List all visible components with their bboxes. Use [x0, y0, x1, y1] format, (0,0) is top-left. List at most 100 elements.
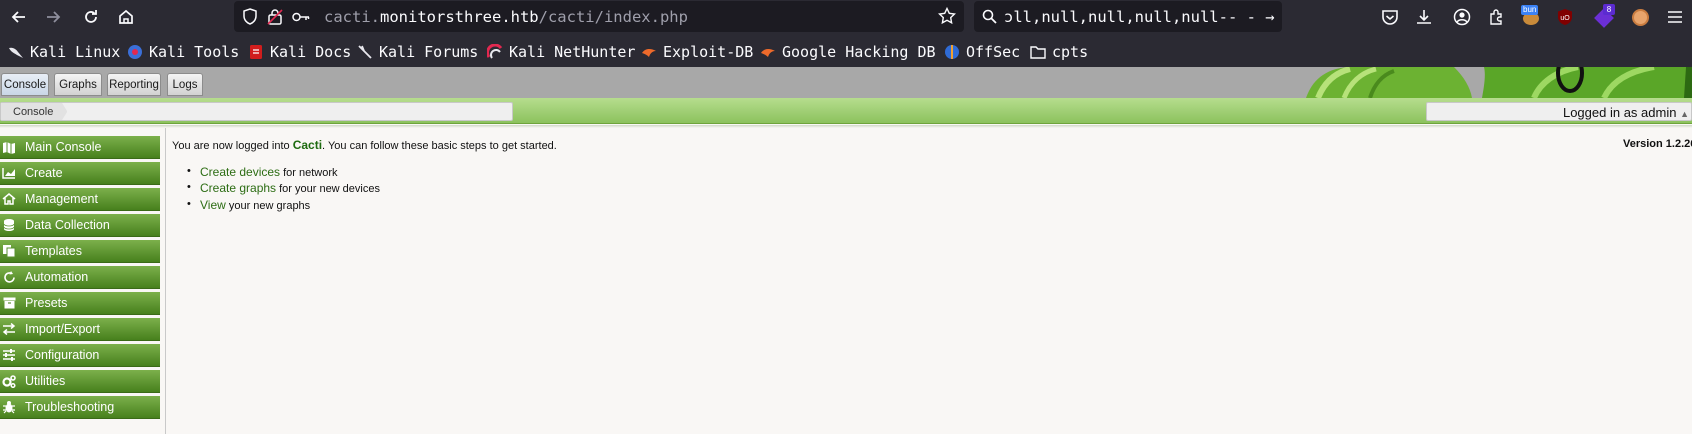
tab-console[interactable]: Console	[1, 73, 49, 96]
bookmark-kali-nethunter[interactable]: Kali NetHunter	[487, 42, 635, 62]
refresh-icon	[2, 270, 16, 284]
main-content: You are now logged into Cacti. You can f…	[172, 128, 1692, 434]
sidebar-item-label: Troubleshooting	[25, 400, 115, 414]
bullet: •	[187, 165, 191, 177]
tab-logs[interactable]: Logs	[167, 73, 203, 96]
tab-graphs[interactable]: Graphs	[54, 73, 102, 96]
shield-icon[interactable]	[242, 8, 258, 30]
sidebar-item-label: Main Console	[25, 140, 102, 154]
svg-text:uO: uO	[1560, 15, 1570, 22]
bookmark-offsec[interactable]: OffSec	[944, 42, 1020, 62]
home-icon	[2, 192, 16, 206]
bookmark-label: Kali Docs	[270, 43, 352, 61]
sidebar-item-create[interactable]: Create	[0, 162, 160, 185]
folder-icon	[1030, 44, 1046, 60]
map-icon	[2, 140, 16, 154]
caret-up-icon: ▲	[1680, 109, 1689, 119]
sidebar-item-label: Data Collection	[25, 218, 110, 232]
sidebar-item-data-collection[interactable]: Data Collection	[0, 214, 160, 237]
bookmark-star-icon[interactable]	[937, 6, 957, 30]
url-path: /cacti/index.php	[538, 8, 688, 26]
sliders-icon	[2, 348, 16, 362]
bookmark-label: OffSec	[966, 43, 1021, 61]
create-devices-link[interactable]: Create devices	[200, 165, 280, 179]
cogs-icon	[2, 374, 16, 388]
bookmark-kali-tools[interactable]: Kali Tools	[127, 42, 239, 62]
insecure-lock-icon[interactable]	[267, 8, 283, 30]
archive-icon	[2, 296, 16, 310]
sidebar-item-automation[interactable]: Automation	[0, 266, 160, 289]
bookmark-exploit-db[interactable]: Exploit-DB	[641, 42, 753, 62]
search-input[interactable]: ɔll,null,null,null,null-- - →	[1004, 8, 1275, 26]
offsec-icon	[944, 44, 960, 60]
bug-icon	[2, 400, 16, 414]
breadcrumb-bar: Console Logged in as admin ▲	[0, 98, 1692, 124]
sidebar-item-label: Utilities	[25, 374, 66, 388]
bun-extension-icon[interactable]: bun	[1520, 5, 1542, 28]
exchange-icon	[2, 322, 16, 336]
sidebar-item-label: Presets	[25, 296, 68, 310]
sidebar-item-troubleshooting[interactable]: Troubleshooting	[0, 396, 160, 419]
sidebar-item-label: Automation	[25, 270, 89, 284]
copy-icon	[2, 244, 16, 258]
reload-icon[interactable]	[78, 4, 104, 30]
kali-forums-icon	[357, 44, 373, 60]
tab-reporting[interactable]: Reporting	[107, 73, 161, 96]
bun-badge: bun	[1521, 5, 1539, 15]
welcome-message: You are now logged into Cacti. You can f…	[172, 138, 557, 152]
downloads-icon[interactable]	[1413, 6, 1435, 28]
kali-tools-icon	[127, 44, 143, 60]
bookmark-label: Kali Linux	[30, 43, 121, 61]
menu-hamburger-icon[interactable]	[1664, 6, 1686, 28]
sidebar-item-templates[interactable]: Templates	[0, 240, 160, 263]
sidebar-item-import-export[interactable]: Import/Export	[0, 318, 160, 341]
url-bar[interactable]: cacti.monitorsthree.htb/cacti/index.php	[234, 1, 964, 32]
version-label: Version 1.2.26	[1623, 138, 1692, 150]
exploit-db-icon	[641, 44, 657, 60]
cacti-header: Console Graphs Reporting Logs	[0, 67, 1692, 98]
sidebar-item-utilities[interactable]: Utilities	[0, 370, 160, 393]
bookmark-google-hacking-db[interactable]: Google Hacking DB	[760, 42, 936, 62]
kali-docs-icon	[248, 44, 264, 60]
sidebar-item-configuration[interactable]: Configuration	[0, 344, 160, 367]
bookmark-kali-linux[interactable]: Kali Linux	[8, 42, 120, 62]
cookie-extension-icon[interactable]	[1629, 6, 1651, 28]
extensions-puzzle-icon[interactable]	[1486, 6, 1508, 28]
ublock-icon[interactable]: uO	[1554, 6, 1576, 28]
home-icon[interactable]	[113, 4, 139, 30]
permissions-key-icon[interactable]	[292, 10, 310, 29]
sidebar-item-label: Management	[25, 192, 98, 206]
sidebar-item-presets[interactable]: Presets	[0, 292, 160, 315]
user-menu[interactable]: Logged in as admin ▲	[1426, 102, 1692, 121]
bookmark-folder-cpts[interactable]: cpts	[1030, 42, 1088, 62]
forward-icon[interactable]	[40, 4, 66, 30]
create-graphs-link[interactable]: Create graphs	[200, 181, 276, 195]
url-text[interactable]: cacti.monitorsthree.htb/cacti/index.php	[324, 8, 688, 26]
purple-extension-icon[interactable]: 8	[1594, 4, 1616, 28]
bookmark-kali-forums[interactable]: Kali Forums	[357, 42, 478, 62]
cactus-logo-art	[1304, 67, 1692, 98]
logged-in-label[interactable]: Logged in as admin ▲	[1563, 105, 1689, 120]
account-icon[interactable]	[1451, 6, 1473, 28]
bullet: •	[187, 198, 191, 210]
search-icon	[982, 9, 997, 29]
sidebar-item-management[interactable]: Management	[0, 188, 160, 211]
nethunter-icon	[487, 44, 503, 60]
search-bar[interactable]: ɔll,null,null,null,null-- - →	[974, 1, 1282, 32]
cacti-brand-text: Cacti	[292, 138, 323, 152]
url-domain: monitorsthree.htb	[380, 8, 539, 26]
bookmark-label: Exploit-DB	[663, 43, 754, 61]
bookmark-label: Google Hacking DB	[782, 43, 936, 61]
bookmark-kali-docs[interactable]: Kali Docs	[248, 42, 351, 62]
list-item: • View your new graphs	[187, 198, 311, 212]
ghdb-icon	[760, 44, 776, 60]
sidebar: Main Console Create Management Data Coll…	[0, 128, 166, 434]
breadcrumb: Console	[0, 102, 513, 121]
breadcrumb-console[interactable]: Console	[1, 103, 68, 120]
back-icon[interactable]	[6, 4, 32, 30]
sidebar-item-label: Templates	[25, 244, 82, 258]
list-item: • Create graphs for your new devices	[187, 181, 380, 195]
sidebar-item-main-console[interactable]: Main Console	[0, 136, 160, 159]
view-graphs-link[interactable]: View	[200, 198, 226, 212]
pocket-icon[interactable]	[1379, 6, 1401, 28]
